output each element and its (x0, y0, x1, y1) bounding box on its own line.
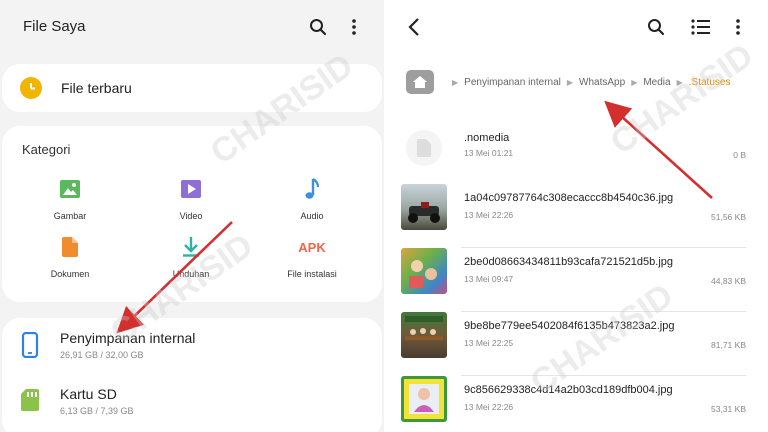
apk-icon-text: APK (298, 239, 326, 255)
category-install-files[interactable]: APK File instalasi (267, 236, 357, 280)
file-name: 9be8be779ee5402084f6135b473823a2.jpg (464, 320, 675, 332)
category-label: File instalasi (287, 269, 337, 279)
video-icon (180, 178, 202, 200)
image-thumbnail (401, 376, 447, 422)
category-label: Dokumen (50, 269, 90, 279)
category-images[interactable]: Gambar (25, 178, 115, 221)
category-videos[interactable]: Video (146, 178, 236, 221)
chevron-right-icon: ▶ (631, 77, 638, 87)
image-thumbnail (401, 248, 447, 294)
categories-heading: Kategori (22, 142, 71, 157)
storage-name: Penyimpanan internal (60, 330, 196, 346)
breadcrumb-whatsapp[interactable]: WhatsApp (579, 77, 625, 88)
image-thumbnail (401, 312, 447, 358)
recent-files-label: File terbaru (61, 80, 132, 96)
storage-internal[interactable]: Penyimpanan internal 26,91 GB / 32,00 GB (2, 318, 382, 374)
image-icon (59, 178, 81, 200)
chevron-right-icon: ▶ (452, 77, 459, 87)
breadcrumb-internal-storage[interactable]: Penyimpanan internal (464, 77, 561, 88)
more-options-icon[interactable] (726, 15, 750, 39)
file-size: 0 B (733, 150, 746, 160)
file-date: 13 Mei 01:21 (464, 148, 514, 158)
categories-card: Kategori Gambar Video Audio Dokumen Undu… (2, 126, 382, 302)
list-view-icon[interactable] (689, 15, 713, 39)
generic-file-icon (406, 130, 442, 166)
image-thumbnail (401, 184, 447, 230)
list-item[interactable]: 9c856629338c4d14a2b03cd189dfb004.jpg 13 … (384, 376, 768, 432)
folder-header (384, 0, 768, 54)
list-item[interactable]: 9be8be779ee5402084f6135b473823a2.jpg 13 … (384, 312, 768, 376)
breadcrumb-statuses[interactable]: .Statuses (689, 77, 731, 88)
app-title: File Saya (23, 18, 86, 35)
category-documents[interactable]: Dokumen (25, 236, 115, 279)
phone-icon (20, 331, 40, 363)
file-size: 81,71 KB (711, 340, 746, 350)
storage-usage: 6,13 GB / 7,39 GB (60, 406, 134, 416)
home-icon[interactable] (406, 70, 434, 94)
search-icon[interactable] (644, 15, 668, 39)
category-downloads[interactable]: Unduhan (146, 236, 236, 279)
category-label: Gambar (53, 211, 87, 221)
file-name: 2be0d08663434811b93cafa721521d5b.jpg (464, 256, 674, 268)
more-options-icon[interactable] (342, 15, 366, 39)
list-item[interactable]: .nomedia 13 Mei 01:21 0 B (384, 130, 768, 182)
recent-files-card[interactable]: File terbaru (2, 64, 382, 112)
folder-panel: ▶ Penyimpanan internal ▶ WhatsApp ▶ Medi… (384, 0, 768, 432)
file-size: 53,31 KB (711, 404, 746, 414)
category-label: Audio (300, 211, 324, 221)
chevron-right-icon: ▶ (566, 77, 574, 87)
list-item[interactable]: 2be0d08663434811b93cafa721521d5b.jpg 13 … (384, 248, 768, 312)
storage-usage: 26,91 GB / 32,00 GB (60, 350, 144, 360)
storage-name: Kartu SD (60, 386, 117, 402)
my-files-panel: File Saya File terbaru Kategori Gambar V… (0, 0, 384, 432)
file-date: 13 Mei 22:26 (464, 210, 514, 220)
file-size: 51,56 KB (711, 212, 746, 222)
storage-sd-card[interactable]: Kartu SD 6,13 GB / 7,39 GB (2, 374, 382, 430)
storage-card: Penyimpanan internal 26,91 GB / 32,00 GB… (2, 318, 382, 432)
music-note-icon (301, 178, 323, 200)
file-date: 13 Mei 09:47 (464, 274, 514, 284)
file-name: .nomedia (464, 132, 510, 144)
file-size: 44,83 KB (711, 276, 746, 286)
document-icon (59, 236, 81, 258)
file-date: 13 Mei 22:25 (464, 338, 514, 348)
clock-icon (20, 77, 42, 99)
download-icon (180, 236, 202, 258)
back-arrow-icon[interactable] (402, 15, 426, 39)
file-name: 1a04c09787764c308ecaccc8b4540c36.jpg (464, 192, 674, 204)
file-name: 9c856629338c4d14a2b03cd189dfb004.jpg (464, 384, 673, 396)
app-header: File Saya (0, 0, 384, 54)
sd-card-icon (20, 388, 40, 417)
file-date: 13 Mei 22:26 (464, 402, 514, 412)
category-label: Video (179, 211, 203, 221)
list-item[interactable]: 1a04c09787764c308ecaccc8b4540c36.jpg 13 … (384, 184, 768, 248)
category-label: Unduhan (172, 269, 210, 279)
category-audio[interactable]: Audio (267, 178, 357, 221)
apk-icon: APK (298, 236, 326, 258)
breadcrumb: ▶ Penyimpanan internal ▶ WhatsApp ▶ Medi… (384, 58, 768, 106)
chevron-right-icon: ▶ (676, 77, 683, 87)
breadcrumb-media[interactable]: Media (643, 77, 670, 88)
search-icon[interactable] (306, 15, 330, 39)
